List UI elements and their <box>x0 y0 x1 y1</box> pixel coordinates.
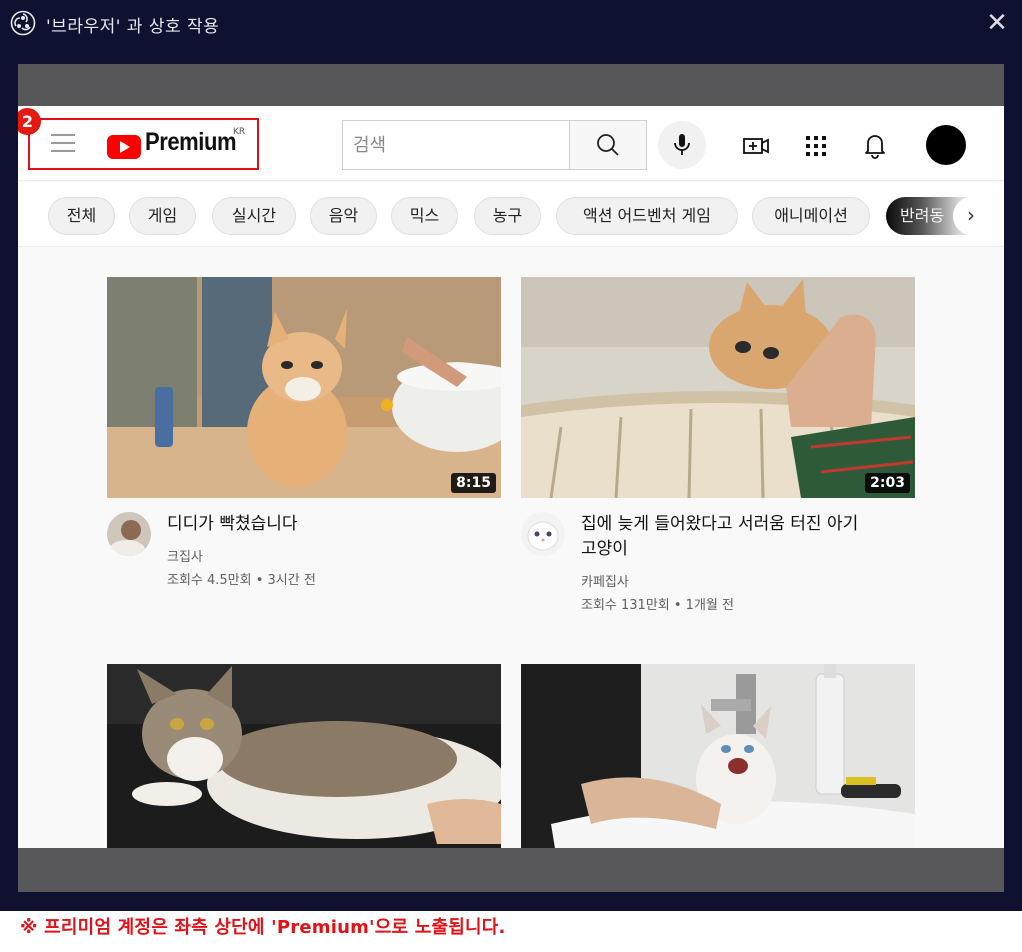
category-chip-bar: 전체 게임 실시간 음악 믹스 농구 액션 어드벤처 게임 애니메이션 반려동 … <box>18 182 1004 247</box>
cat-bath-thumbnail <box>107 277 501 498</box>
youtube-page: 2 Premium KR 검색 전체 게임 실시간 음악 믹스 농구 액션 어드… <box>18 106 1004 848</box>
mic-icon <box>674 134 690 155</box>
channel-avatar[interactable] <box>107 512 151 556</box>
chip-basketball[interactable]: 농구 <box>474 197 541 235</box>
window-title: '브라우저' 과 상호 작용 <box>46 17 220 37</box>
video-title[interactable]: 디디가 빡쳤습니다 <box>167 512 298 537</box>
video-thumbnail[interactable] <box>521 664 915 848</box>
youtube-logo-icon[interactable] <box>107 135 141 159</box>
video-thumbnail[interactable]: 8:15 <box>107 277 501 498</box>
search-input[interactable] <box>343 121 569 169</box>
menu-icon[interactable] <box>51 134 75 152</box>
cat-on-sofa-thumbnail <box>107 664 501 848</box>
account-avatar[interactable] <box>926 125 966 165</box>
viewport-top-bar <box>18 64 1004 106</box>
channel-avatar[interactable] <box>521 512 565 556</box>
premium-note-caption: ※ 프리미엄 계정은 좌측 상단에 'Premium'으로 노출됩니다. <box>20 917 506 938</box>
video-meta: 조회수 4.5만회 • 3시간 전 <box>167 573 316 588</box>
cat-on-barrel-thumbnail <box>521 277 915 498</box>
cat-in-sink-thumbnail <box>521 664 915 848</box>
close-button[interactable]: ✕ <box>982 8 1012 38</box>
app-window: '브라우저' 과 상호 작용 ✕ 2 Premium KR 검색 전체 게임 실… <box>0 0 1022 911</box>
video-duration: 8:15 <box>451 473 496 493</box>
viewport-bottom-bar <box>18 848 1004 892</box>
obs-icon <box>10 10 36 36</box>
chip-all[interactable]: 전체 <box>48 197 115 235</box>
window-titlebar: '브라우저' 과 상호 작용 ✕ <box>0 0 1022 46</box>
search-box <box>342 120 570 170</box>
video-duration: 2:03 <box>865 473 910 493</box>
chip-animation[interactable]: 애니메이션 <box>752 197 870 235</box>
chip-action-adventure[interactable]: 액션 어드벤처 게임 <box>556 197 738 235</box>
video-thumbnail[interactable] <box>107 664 501 848</box>
channel-name[interactable]: 카페집사 <box>581 571 629 590</box>
video-meta: 조회수 131만회 • 1개월 전 <box>581 598 734 613</box>
browser-viewport-frame: 2 Premium KR 검색 전체 게임 실시간 음악 믹스 농구 액션 어드… <box>18 64 1004 892</box>
video-title[interactable]: 집에 늦게 들어왔다고 서러움 터진 아기 고양이 <box>581 512 901 562</box>
apps-grid-icon[interactable] <box>800 130 832 162</box>
region-label: KR <box>233 127 246 137</box>
premium-brand-label[interactable]: Premium <box>145 128 237 157</box>
create-video-icon[interactable] <box>740 130 772 162</box>
chip-mix[interactable]: 믹스 <box>391 197 458 235</box>
bell-icon[interactable] <box>858 128 892 162</box>
chevron-right-icon[interactable]: › <box>953 197 989 235</box>
search-icon <box>597 134 619 156</box>
chip-music[interactable]: 음악 <box>310 197 377 235</box>
search-button[interactable] <box>570 120 647 170</box>
channel-name[interactable]: 크집사 <box>167 546 203 565</box>
chip-live[interactable]: 실시간 <box>212 197 296 235</box>
youtube-header: 2 Premium KR <box>18 106 1004 181</box>
voice-search-button[interactable] <box>658 121 706 169</box>
video-thumbnail[interactable]: 2:03 <box>521 277 915 498</box>
chip-games[interactable]: 게임 <box>129 197 196 235</box>
